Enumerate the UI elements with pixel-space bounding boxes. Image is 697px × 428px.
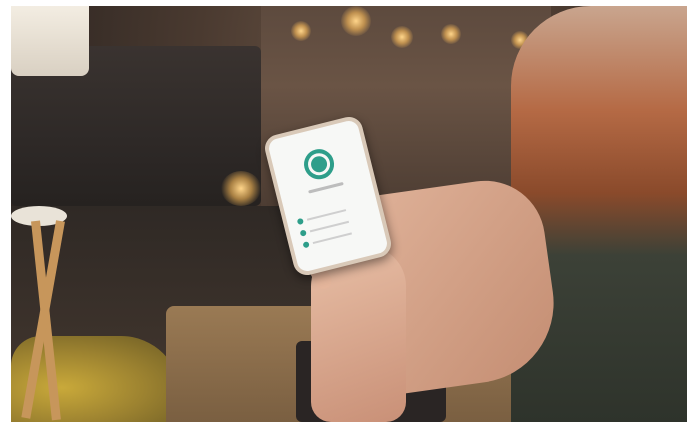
list-dot-icon bbox=[299, 229, 307, 237]
bokeh-light bbox=[221, 171, 261, 206]
bokeh-light bbox=[341, 6, 371, 36]
photo bbox=[11, 6, 687, 422]
list-dot-icon bbox=[296, 217, 304, 226]
lamp-shade bbox=[11, 6, 89, 76]
bokeh-light bbox=[441, 24, 461, 44]
bokeh-light bbox=[291, 21, 311, 41]
bokeh-light bbox=[391, 26, 413, 48]
status-line bbox=[308, 181, 344, 194]
list-bar bbox=[312, 232, 352, 245]
list-dot-icon bbox=[302, 241, 310, 249]
